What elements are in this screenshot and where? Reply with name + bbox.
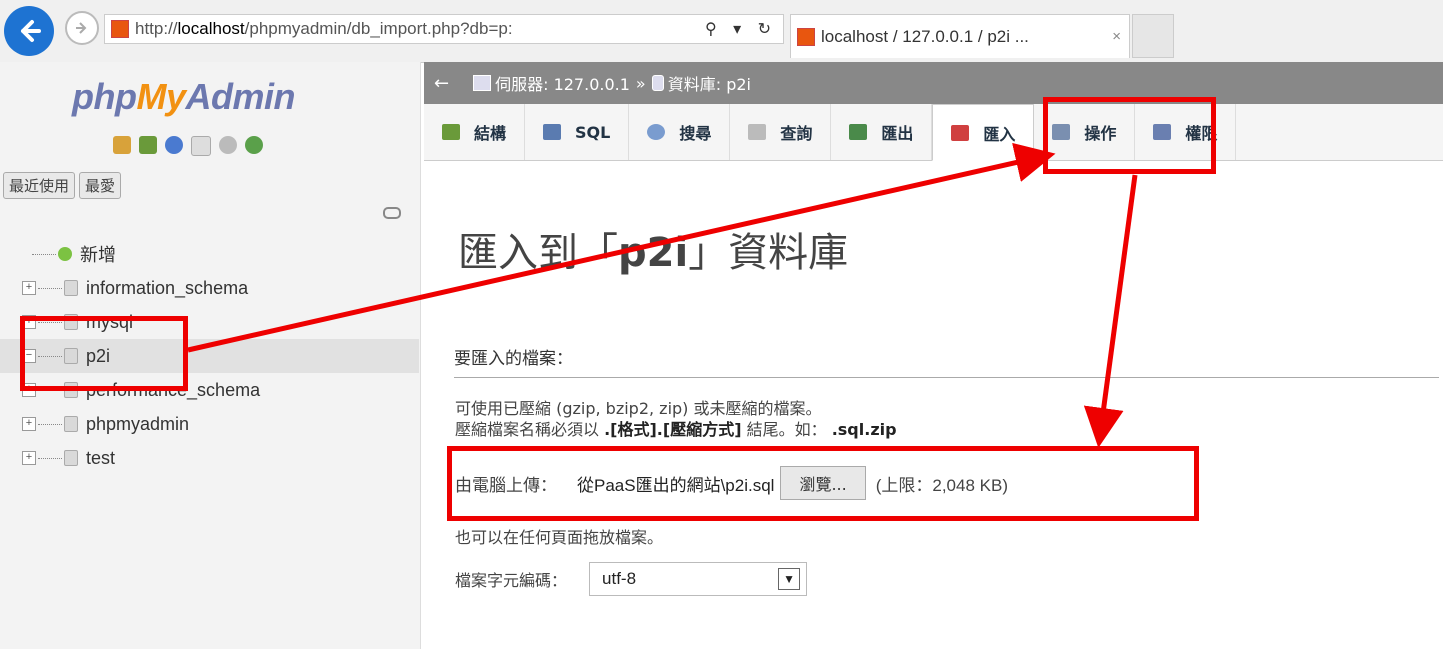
database-icon <box>64 416 78 432</box>
tree-item-information-schema[interactable]: + information_schema <box>0 271 419 305</box>
charset-row: 檔案字元編碼： utf-8 ▼ <box>455 562 808 596</box>
favorite-tab[interactable]: 最愛 <box>79 172 122 199</box>
browser-tab[interactable]: localhost / 127.0.0.1 / p2i ... × <box>790 14 1130 58</box>
server-icon <box>473 75 492 91</box>
phpmyadmin-logo[interactable]: phpMyAdmin <box>72 76 295 118</box>
expand-icon[interactable]: + <box>22 281 36 295</box>
tree-item-test[interactable]: + test <box>0 441 419 475</box>
drag-drop-hint: 也可以在任何頁面拖放檔案。 <box>455 528 664 547</box>
tree-item-label: phpmyadmin <box>86 413 190 434</box>
link-icon[interactable] <box>383 207 401 219</box>
charset-select[interactable]: utf-8 ▼ <box>589 562 808 596</box>
exit-icon[interactable] <box>139 136 157 154</box>
main-panel: ← 伺服器: 127.0.0.1 » 資料庫: p2i 結構 SQL 搜尋 查詢… <box>424 62 1443 649</box>
tree-item-new[interactable]: 新增 <box>0 237 419 271</box>
tree-item-label: information_schema <box>86 277 249 298</box>
desc-line-2: 壓縮檔案名稱必須以 .[格式].[壓縮方式] 結尾。如： .sql.zip <box>455 420 897 439</box>
breadcrumb-separator: » <box>635 73 646 93</box>
chevron-down-icon: ▼ <box>778 568 801 590</box>
tree-line <box>38 423 62 425</box>
address-tools[interactable]: ⚲ ▾ ↻ <box>705 19 783 39</box>
import-icon <box>951 124 970 141</box>
tab-search[interactable]: 搜尋 <box>629 104 731 160</box>
structure-icon <box>442 124 460 140</box>
database-icon <box>64 450 78 466</box>
browser-chrome: http://localhost/phpmyadmin/db_import.ph… <box>0 0 1443 63</box>
charset-label: 檔案字元編碼： <box>455 571 568 590</box>
database-icon <box>651 75 664 91</box>
address-bar[interactable]: http://localhost/phpmyadmin/db_import.ph… <box>104 14 784 44</box>
docs-icon[interactable] <box>191 136 211 156</box>
compression-description: 可使用已壓縮 (gzip, bzip2, zip) 或未壓縮的檔案。 壓縮檔案名… <box>455 398 897 440</box>
forward-arrow-icon <box>76 22 87 34</box>
expand-icon[interactable]: + <box>22 451 36 465</box>
breadcrumb-database[interactable]: 資料庫: p2i <box>668 71 751 95</box>
tree-item-label: test <box>86 447 116 468</box>
tab-favicon-icon <box>797 27 815 46</box>
top-menu-tabs: 結構 SQL 搜尋 查詢 匯出 匯入 操作 權限 <box>424 104 1443 161</box>
tab-title: localhost / 127.0.0.1 / p2i ... <box>821 26 1029 46</box>
forward-button[interactable] <box>65 11 99 45</box>
search-icon <box>647 124 666 140</box>
tree-line <box>32 253 56 255</box>
new-database-icon <box>58 247 72 261</box>
tree-line <box>38 287 62 289</box>
tab-sql[interactable]: SQL <box>525 104 630 160</box>
export-icon <box>849 124 868 140</box>
collapse-panel-icon[interactable]: ← <box>424 73 459 94</box>
home-icon[interactable] <box>113 136 131 154</box>
tree-item-label: 新增 <box>80 245 116 265</box>
back-arrow-icon <box>21 20 41 42</box>
recent-tab[interactable]: 最近使用 <box>3 172 76 199</box>
reload-icon[interactable] <box>245 136 263 154</box>
tree-item-phpmyadmin[interactable]: + phpmyadmin <box>0 407 419 441</box>
query-icon <box>748 124 767 140</box>
tab-import[interactable]: 匯入 <box>932 104 1035 161</box>
settings-icon[interactable] <box>219 136 237 154</box>
tab-query[interactable]: 查詢 <box>730 104 832 160</box>
help-icon[interactable] <box>165 136 183 154</box>
tree-line <box>38 457 62 459</box>
recent-favorite-tabs: 最近使用 最愛 <box>3 172 122 199</box>
sql-icon <box>543 124 562 140</box>
tab-structure[interactable]: 結構 <box>424 104 526 160</box>
charset-value: utf-8 <box>602 569 637 588</box>
annotation-box-p2i <box>20 316 188 391</box>
new-tab-button[interactable] <box>1132 14 1174 58</box>
nav-icon-bar <box>113 136 263 156</box>
section-file-to-import: 要匯入的檔案： <box>454 344 1439 378</box>
breadcrumb-server[interactable]: 伺服器: 127.0.0.1 <box>495 71 630 95</box>
page-title: 匯入到「p2i」資料庫 <box>458 230 849 276</box>
xampp-favicon-icon <box>111 20 129 38</box>
back-button[interactable] <box>4 6 54 56</box>
annotation-box-upload <box>447 446 1199 521</box>
annotation-box-import-tab <box>1043 97 1216 174</box>
tab-close-icon[interactable]: × <box>1112 28 1121 45</box>
expand-icon[interactable]: + <box>22 417 36 431</box>
database-icon <box>64 280 78 296</box>
tab-export[interactable]: 匯出 <box>831 104 933 160</box>
desc-line-1: 可使用已壓縮 (gzip, bzip2, zip) 或未壓縮的檔案。 <box>455 399 822 418</box>
breadcrumb: ← 伺服器: 127.0.0.1 » 資料庫: p2i <box>424 62 1443 104</box>
address-url: http://localhost/phpmyadmin/db_import.ph… <box>135 19 513 38</box>
